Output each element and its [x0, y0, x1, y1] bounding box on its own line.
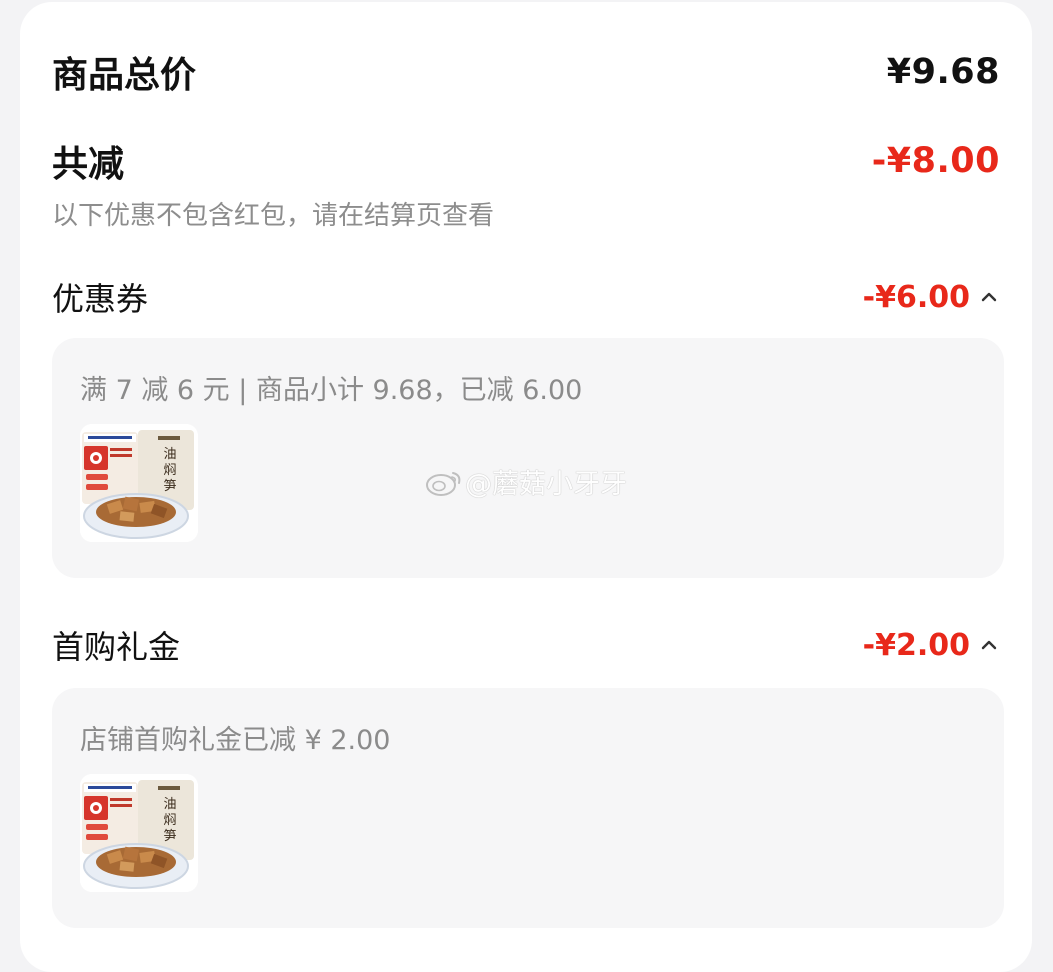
first-purchase-detail-panel: 店铺首购礼金已减 ¥ 2.00 油 焖 笋: [52, 688, 1004, 928]
first-purchase-detail-text: 店铺首购礼金已减 ¥ 2.00: [80, 725, 391, 756]
watermark-text: @蘑菇小牙牙: [465, 469, 627, 500]
total-price-label: 商品总价: [52, 55, 197, 96]
product-thumbnail[interactable]: 油 焖 笋: [80, 774, 198, 892]
coupon-detail-panel: 满 7 减 6 元 | 商品小计 9.68，已减 6.00 油 焖 笋: [52, 338, 1004, 578]
discount-note: 以下优惠不包含红包，请在结算页查看: [52, 201, 495, 231]
watermark: @蘑菇小牙牙: [425, 462, 627, 501]
total-price-value: ¥9.68: [886, 52, 1000, 92]
svg-text:焖: 焖: [163, 463, 176, 478]
svg-text:笋: 笋: [163, 828, 176, 844]
svg-text:油: 油: [163, 797, 176, 812]
total-discount-label: 共减: [52, 144, 125, 185]
svg-text:焖: 焖: [163, 813, 176, 828]
product-image-icon: 油 焖 笋: [80, 774, 198, 892]
first-purchase-label: 首购礼金: [52, 628, 181, 666]
first-purchase-amount-toggle[interactable]: -¥2.00: [863, 628, 1000, 663]
weibo-logo-icon: [426, 471, 461, 496]
svg-text:笋: 笋: [163, 478, 176, 494]
first-purchase-row[interactable]: 首购礼金 -¥2.00: [52, 622, 1000, 668]
coupon-label: 优惠券: [52, 280, 149, 318]
chevron-up-icon[interactable]: [978, 634, 1000, 656]
chevron-up-icon[interactable]: [978, 286, 1000, 308]
total-price-row: 商品总价 ¥9.68: [52, 46, 1000, 98]
coupon-value: -¥6.00: [862, 279, 970, 315]
svg-text:油: 油: [163, 447, 176, 462]
coupon-detail-text: 满 7 减 6 元 | 商品小计 9.68，已减 6.00: [80, 375, 583, 406]
coupon-amount-toggle[interactable]: -¥6.00: [863, 280, 1000, 315]
product-image-icon: 油 焖 笋: [80, 424, 198, 542]
coupon-row[interactable]: 优惠券 -¥6.00: [52, 274, 1000, 320]
first-purchase-value: -¥2.00: [862, 627, 970, 663]
product-thumbnail[interactable]: 油 焖 笋: [80, 424, 198, 542]
total-discount-value: -¥8.00: [871, 141, 1000, 181]
total-discount-row: 共减 -¥8.00: [52, 135, 1000, 187]
